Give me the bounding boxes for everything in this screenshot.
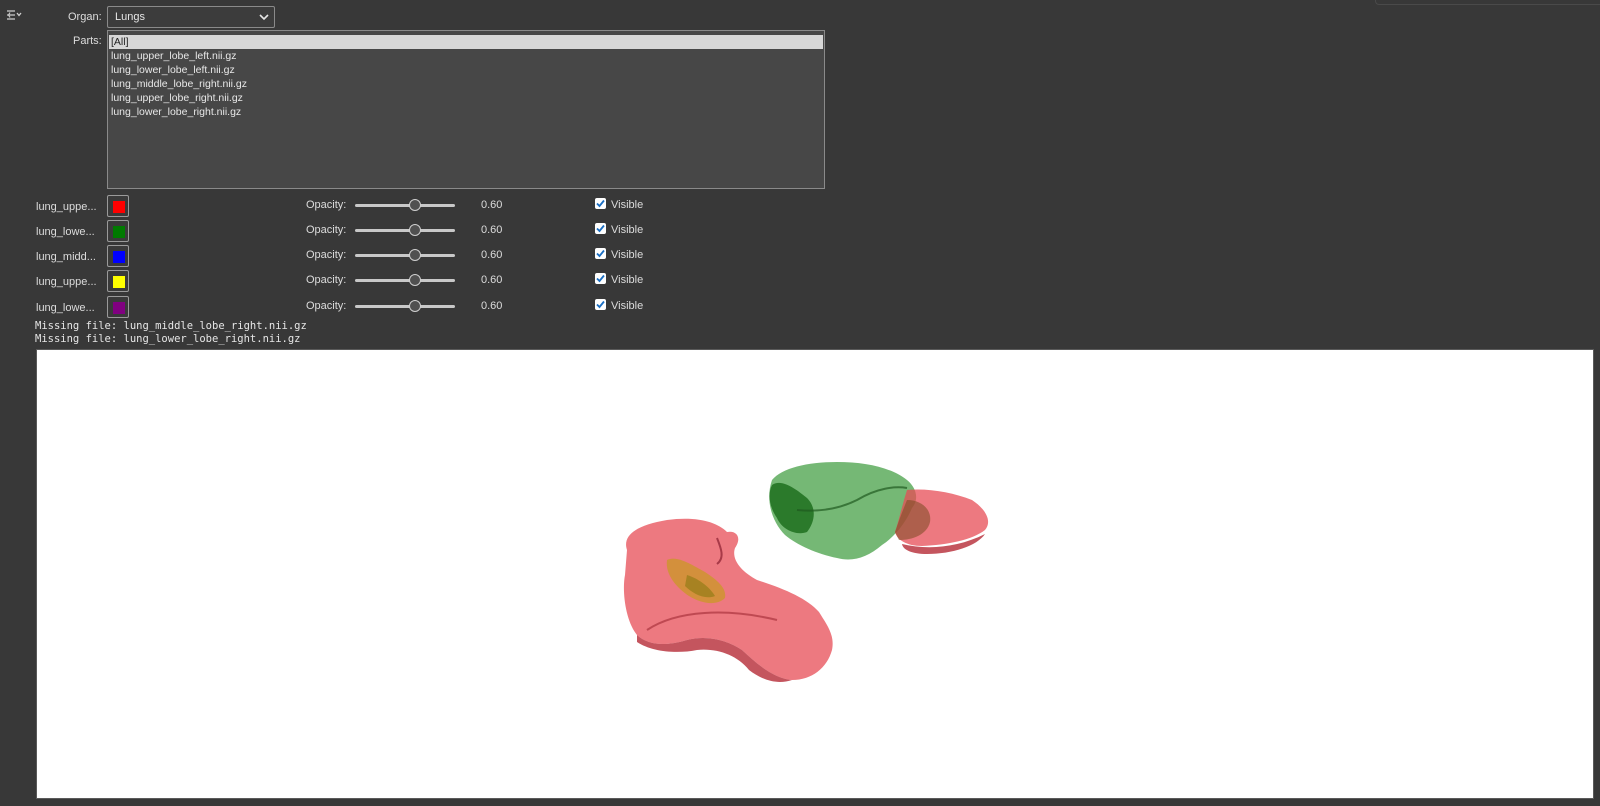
parts-list-item[interactable]: lung_upper_lobe_left.nii.gz (109, 49, 823, 63)
part-name: lung_lowe... (36, 302, 95, 314)
color-swatch (113, 276, 125, 288)
color-picker-button[interactable] (107, 296, 129, 318)
checkmark-icon (596, 300, 605, 309)
part-row: lung_lowe... Opacity: 0.60 Visible (0, 220, 720, 244)
slider-track (355, 204, 455, 207)
collapse-panel-icon[interactable] (6, 8, 22, 22)
window-edge-decoration (1375, 0, 1600, 5)
slider-track (355, 229, 455, 232)
parts-list-item[interactable]: [All] (109, 35, 823, 49)
checkmark-icon (596, 249, 605, 258)
opacity-slider[interactable] (355, 274, 455, 288)
part-row: lung_midd... Opacity: 0.60 Visible (0, 245, 720, 269)
slider-handle[interactable] (409, 300, 421, 312)
opacity-slider[interactable] (355, 199, 455, 213)
color-swatch (113, 302, 125, 314)
opacity-label: Opacity: (306, 274, 347, 286)
visible-label: Visible (611, 224, 644, 236)
color-picker-button[interactable] (107, 195, 129, 217)
visible-label: Visible (611, 274, 644, 286)
color-picker-button[interactable] (107, 270, 129, 292)
opacity-value: 0.60 (481, 300, 503, 312)
right-lung-surface (769, 462, 989, 560)
opacity-slider[interactable] (355, 300, 455, 314)
checkmark-icon (596, 274, 605, 283)
organ-label: Organ: (68, 11, 102, 23)
opacity-label: Opacity: (306, 224, 347, 236)
parts-listbox[interactable]: [All] lung_upper_lobe_left.nii.gz lung_low… (107, 30, 825, 189)
slider-track (355, 305, 455, 308)
slider-track (355, 279, 455, 282)
visible-checkbox[interactable] (595, 248, 606, 259)
slider-handle[interactable] (409, 274, 421, 286)
opacity-label: Opacity: (306, 300, 347, 312)
opacity-value: 0.60 (481, 199, 503, 211)
color-picker-button[interactable] (107, 245, 129, 267)
visible-checkbox[interactable] (595, 223, 606, 234)
opacity-label: Opacity: (306, 199, 347, 211)
part-name: lung_lowe... (36, 226, 95, 238)
checkmark-icon (596, 199, 605, 208)
slider-handle[interactable] (409, 249, 421, 261)
parts-label: Parts: (73, 35, 102, 47)
visible-label: Visible (611, 300, 644, 312)
part-name: lung_midd... (36, 251, 96, 263)
parts-list-item[interactable]: lung_lower_lobe_right.nii.gz (109, 105, 823, 119)
chevron-down-icon (259, 12, 269, 25)
color-swatch (113, 201, 125, 213)
opacity-value: 0.60 (481, 224, 503, 236)
slider-handle[interactable] (409, 224, 421, 236)
parts-list-item[interactable]: lung_upper_lobe_right.nii.gz (109, 91, 823, 105)
color-swatch (113, 251, 125, 263)
lung-render (623, 462, 989, 682)
part-row: lung_lowe... Opacity: 0.60 Visible (0, 296, 720, 320)
render-viewport-3d[interactable] (36, 349, 1594, 799)
slider-track (355, 254, 455, 257)
part-row: lung_uppe... Opacity: 0.60 Visible (0, 270, 720, 294)
checkmark-icon (596, 224, 605, 233)
opacity-label: Opacity: (306, 249, 347, 261)
color-swatch (113, 226, 125, 238)
visible-label: Visible (611, 199, 644, 211)
parts-list-item[interactable]: lung_lower_lobe_left.nii.gz (109, 63, 823, 77)
opacity-value: 0.60 (481, 249, 503, 261)
visible-checkbox[interactable] (595, 198, 606, 209)
visible-checkbox[interactable] (595, 273, 606, 284)
part-name: lung_uppe... (36, 276, 97, 288)
app-window: Organ: Lungs Parts: [All] lung_upper_lobe… (0, 0, 1600, 806)
opacity-value: 0.60 (481, 274, 503, 286)
missing-file-message: Missing file: lung_middle_lobe_right.nii… (35, 320, 307, 332)
organ-select[interactable]: Lungs (107, 6, 275, 28)
visible-label: Visible (611, 249, 644, 261)
opacity-slider[interactable] (355, 224, 455, 238)
visible-checkbox[interactable] (595, 299, 606, 310)
part-name: lung_uppe... (36, 201, 97, 213)
organ-select-value: Lungs (115, 11, 145, 23)
parts-list-item[interactable]: lung_middle_lobe_right.nii.gz (109, 77, 823, 91)
slider-handle[interactable] (409, 199, 421, 211)
color-picker-button[interactable] (107, 220, 129, 242)
opacity-slider[interactable] (355, 249, 455, 263)
part-row: lung_uppe... Opacity: 0.60 Visible (0, 195, 720, 219)
missing-file-message: Missing file: lung_lower_lobe_right.nii.… (35, 333, 301, 345)
